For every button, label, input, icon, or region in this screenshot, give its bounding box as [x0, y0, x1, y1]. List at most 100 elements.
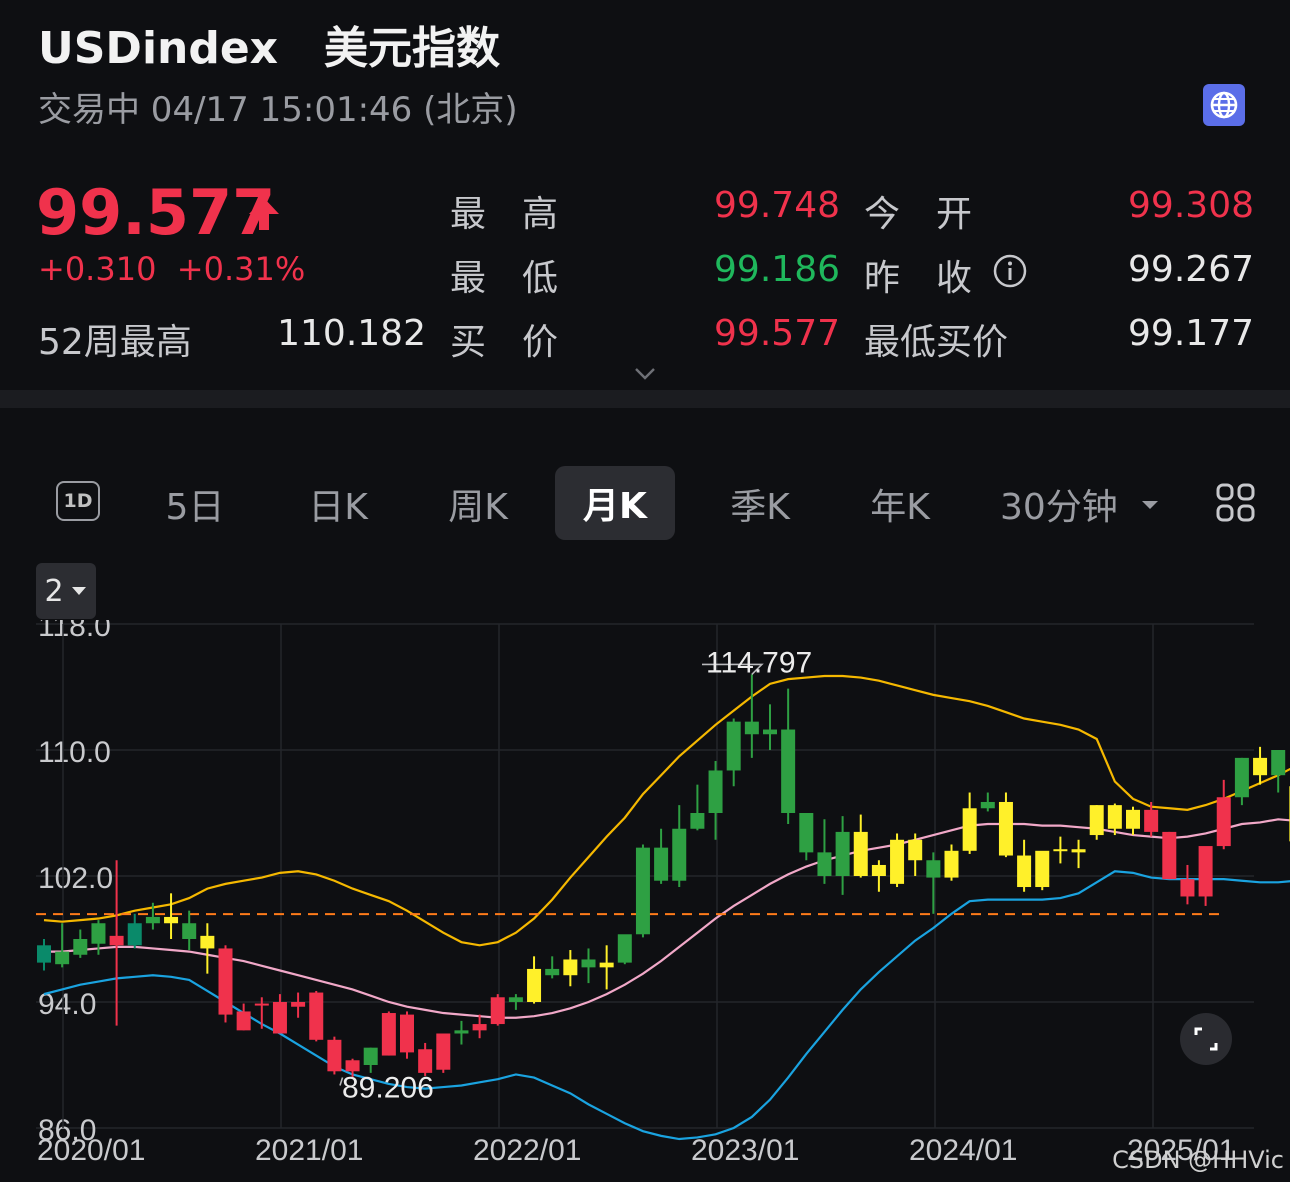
quote-value: 99.267: [1128, 249, 1254, 290]
candlestick-chart[interactable]: 118.0110.0102.094.086.02020/01 2021/01 202…: [0, 620, 1290, 1182]
indicator-count-dropdown[interactable]: 2: [36, 563, 96, 619]
candle[interactable]: [871, 860, 886, 892]
tab-quarterly-k[interactable]: 季K: [710, 478, 810, 530]
candle[interactable]: [508, 994, 523, 1010]
tab-yearly-k[interactable]: 年K: [850, 478, 950, 530]
candle-body: [962, 808, 977, 851]
candle[interactable]: [781, 688, 796, 825]
candle[interactable]: [890, 833, 905, 888]
candle-body: [490, 997, 505, 1025]
candle[interactable]: [272, 994, 287, 1034]
candle[interactable]: [236, 1003, 251, 1031]
candle[interactable]: [37, 939, 51, 971]
candle-body: [726, 721, 741, 771]
candle[interactable]: [527, 956, 542, 1004]
candle[interactable]: [944, 844, 959, 881]
y-tick-label: 102.0: [38, 862, 113, 895]
candle[interactable]: [400, 1011, 414, 1059]
candle-body: [55, 951, 70, 965]
candle[interactable]: [563, 950, 578, 987]
info-icon[interactable]: [992, 253, 1028, 293]
candle[interactable]: [926, 852, 941, 914]
candle[interactable]: [472, 1014, 487, 1039]
quote-label: 最低买价: [864, 322, 1009, 363]
candle[interactable]: [581, 948, 596, 984]
candle[interactable]: [962, 792, 977, 854]
candle-body: [527, 968, 542, 1002]
candle[interactable]: [55, 923, 70, 968]
tab-monthly-k[interactable]: 月K: [555, 466, 675, 540]
candle[interactable]: [1271, 750, 1286, 793]
candle[interactable]: [381, 1011, 396, 1056]
candle[interactable]: [853, 814, 868, 878]
candle-body: [672, 828, 687, 881]
candle-body: [381, 1013, 396, 1056]
quote-label: 最 高: [450, 194, 559, 235]
chevron-down-icon[interactable]: [634, 366, 656, 385]
candle[interactable]: [708, 761, 723, 840]
candle[interactable]: [690, 784, 705, 831]
candle-body: [1107, 805, 1122, 829]
candle[interactable]: [817, 819, 832, 884]
candle[interactable]: [309, 990, 324, 1042]
candle[interactable]: [1180, 864, 1195, 905]
candle-body: [708, 770, 723, 813]
candle[interactable]: [436, 1033, 451, 1073]
candle[interactable]: [654, 828, 669, 884]
caret-down-icon: [1140, 496, 1160, 515]
candle[interactable]: [1017, 839, 1032, 892]
candle-body: [1035, 850, 1050, 888]
candle[interactable]: [1198, 846, 1213, 906]
candle[interactable]: [1089, 805, 1104, 840]
candle-body: [218, 948, 233, 1015]
candle-body: [200, 935, 215, 949]
candle[interactable]: [1035, 850, 1050, 891]
page-title: USDindex 美元指数: [38, 23, 501, 74]
globe-icon[interactable]: [1203, 84, 1245, 126]
candle[interactable]: [454, 1020, 469, 1045]
candle[interactable]: [763, 704, 777, 750]
quote-value: 99.177: [1128, 313, 1254, 354]
tab-daily-k[interactable]: 日K: [288, 478, 388, 530]
candle[interactable]: [545, 956, 560, 979]
candle[interactable]: [908, 833, 923, 876]
candle[interactable]: [835, 816, 850, 895]
grid-menu-icon[interactable]: [1215, 482, 1257, 528]
candle[interactable]: [164, 893, 179, 939]
candle[interactable]: [218, 945, 233, 1023]
candle[interactable]: [672, 805, 687, 888]
candle-body: [908, 839, 923, 861]
candle[interactable]: [998, 792, 1013, 858]
candle[interactable]: [1126, 806, 1140, 836]
candle[interactable]: [1253, 746, 1268, 785]
candle[interactable]: [1234, 757, 1249, 806]
candle[interactable]: [291, 992, 306, 1018]
candle[interactable]: [799, 813, 814, 861]
quote-label: 买 价: [450, 322, 559, 363]
tab-1d[interactable]: 1D: [56, 481, 100, 521]
candle[interactable]: [200, 923, 215, 974]
candle[interactable]: [1071, 839, 1086, 869]
tab-5d[interactable]: 5日: [150, 478, 240, 530]
tab-weekly-k[interactable]: 周K: [428, 478, 528, 530]
candle[interactable]: [1216, 779, 1231, 850]
candle[interactable]: [744, 674, 759, 758]
candle[interactable]: [363, 1047, 378, 1073]
candle[interactable]: [490, 994, 505, 1026]
arrow-up-icon: [248, 196, 280, 236]
candle-body: [454, 1030, 469, 1034]
candle[interactable]: [726, 718, 741, 787]
candle[interactable]: [127, 913, 142, 949]
candle[interactable]: [635, 844, 650, 938]
candle-body: [418, 1049, 433, 1073]
candle[interactable]: [1053, 836, 1068, 864]
candle[interactable]: [73, 929, 88, 958]
candle[interactable]: [1162, 831, 1177, 880]
candle[interactable]: [980, 792, 995, 812]
candle[interactable]: [599, 945, 614, 990]
candle[interactable]: [182, 910, 197, 951]
fullscreen-icon[interactable]: [1180, 1013, 1232, 1065]
candle[interactable]: [327, 1036, 342, 1075]
candle-body: [236, 1011, 251, 1031]
candle[interactable]: [617, 934, 632, 965]
